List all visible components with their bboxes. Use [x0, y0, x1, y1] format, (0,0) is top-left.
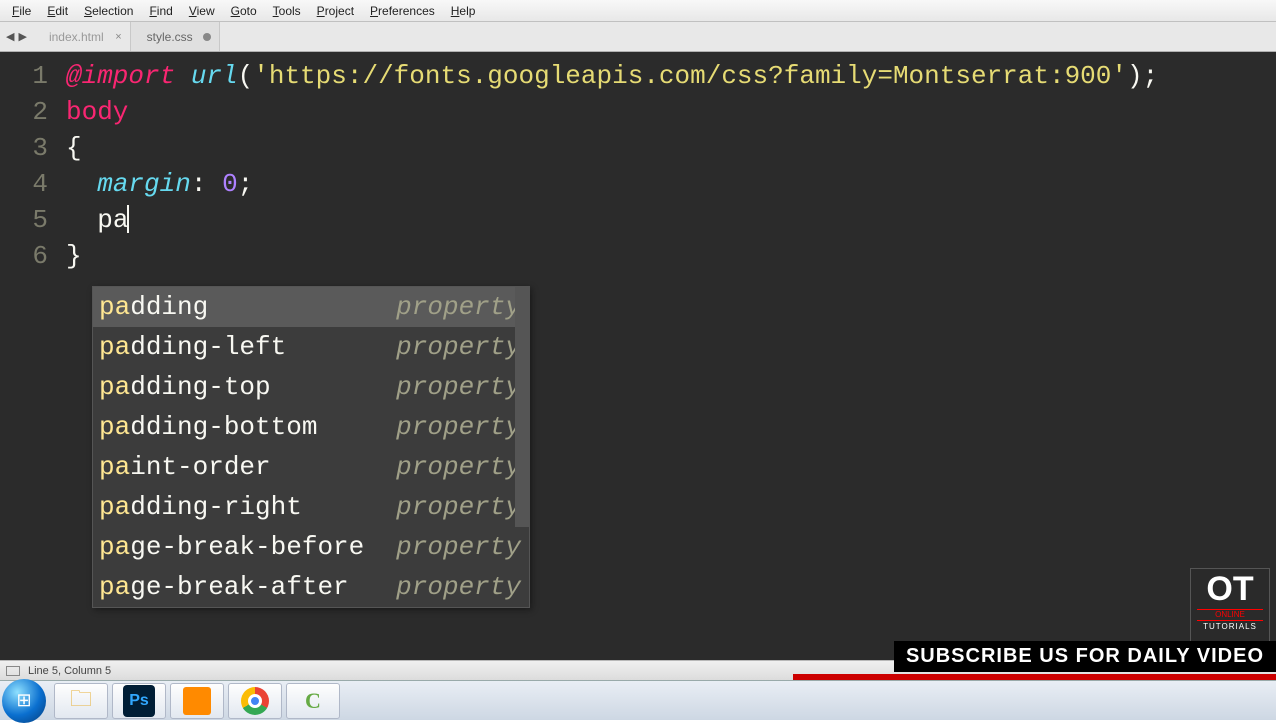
tabbar: ◀ ▶ index.html × style.css	[0, 22, 1276, 52]
autocomplete-item[interactable]: padding-right property	[93, 487, 529, 527]
menu-preferences[interactable]: Preferences	[362, 2, 443, 20]
chrome-icon	[241, 687, 269, 715]
autocomplete-item[interactable]: paint-order property	[93, 447, 529, 487]
windows-icon: ⊞	[16, 690, 31, 711]
menu-goto[interactable]: Goto	[223, 2, 265, 20]
autocomplete-item[interactable]: padding-bottom property	[93, 407, 529, 447]
panel-switcher-icon[interactable]	[6, 666, 20, 676]
menubar: File Edit Selection Find View Goto Tools…	[0, 0, 1276, 22]
cursor-position: Line 5, Column 5	[28, 665, 111, 677]
text-cursor-icon	[127, 205, 129, 233]
autocomplete-item[interactable]: padding-left property	[93, 327, 529, 367]
taskbar-chrome[interactable]	[228, 683, 282, 719]
autocomplete-item[interactable]: padding property	[93, 287, 529, 327]
start-button[interactable]: ⊞	[2, 679, 46, 723]
dirty-indicator-icon	[203, 33, 211, 41]
taskbar-photoshop[interactable]: Ps	[112, 683, 166, 719]
line-number: 2	[0, 94, 48, 130]
line-number: 4	[0, 166, 48, 202]
tab-label: index.html	[49, 30, 104, 44]
code-line-4: margin: 0;	[66, 166, 1276, 202]
tab-index-html[interactable]: index.html ×	[33, 22, 131, 51]
menu-view[interactable]: View	[181, 2, 223, 20]
menu-find[interactable]: Find	[141, 2, 180, 20]
line-number-gutter: 1 2 3 4 5 6	[0, 52, 58, 660]
code-line-5: pa	[66, 202, 1276, 238]
code-line-6: }	[66, 238, 1276, 274]
menu-edit[interactable]: Edit	[39, 2, 76, 20]
autocomplete-item[interactable]: padding-top property	[93, 367, 529, 407]
taskbar-explorer[interactable]: 🗀	[54, 683, 108, 719]
menu-help[interactable]: Help	[443, 2, 484, 20]
subscribe-banner: SUBSCRIBE US FOR DAILY VIDEO	[894, 641, 1276, 672]
autocomplete-popup: padding property padding-left property p…	[92, 286, 530, 608]
line-number: 6	[0, 238, 48, 274]
tab-label: style.css	[147, 30, 193, 44]
code-line-1: @import url('https://fonts.googleapis.co…	[66, 58, 1276, 94]
windows-taskbar: ⊞ 🗀 Ps C	[0, 680, 1276, 720]
tab-nav-arrows: ◀ ▶	[0, 22, 33, 51]
code-line-2: body	[66, 94, 1276, 130]
autocomplete-item[interactable]: page-break-before property	[93, 527, 529, 567]
editor[interactable]: 1 2 3 4 5 6 @import url('https://fonts.g…	[0, 52, 1276, 660]
menu-tools[interactable]: Tools	[265, 2, 309, 20]
line-number: 1	[0, 58, 48, 94]
sublime-icon	[183, 687, 211, 715]
tab-nav-left-icon[interactable]: ◀	[6, 30, 14, 43]
ot-logo: OT ONLINE TUTORIALS	[1190, 568, 1270, 644]
code-line-3: {	[66, 130, 1276, 166]
menu-project[interactable]: Project	[309, 2, 362, 20]
autocomplete-scrollbar[interactable]	[515, 287, 529, 527]
folder-icon: 🗀	[70, 682, 92, 720]
camtasia-icon: C	[305, 688, 321, 714]
menu-selection[interactable]: Selection	[76, 2, 141, 20]
tab-style-css[interactable]: style.css	[131, 22, 220, 51]
taskbar-sublime[interactable]	[170, 683, 224, 719]
photoshop-icon: Ps	[123, 685, 155, 717]
tab-nav-right-icon[interactable]: ▶	[18, 30, 26, 43]
line-number: 5	[0, 202, 48, 238]
taskbar-camtasia[interactable]: C	[286, 683, 340, 719]
menu-file[interactable]: File	[4, 2, 39, 20]
close-icon[interactable]: ×	[115, 31, 121, 43]
autocomplete-item[interactable]: page-break-after property	[93, 567, 529, 607]
line-number: 3	[0, 130, 48, 166]
